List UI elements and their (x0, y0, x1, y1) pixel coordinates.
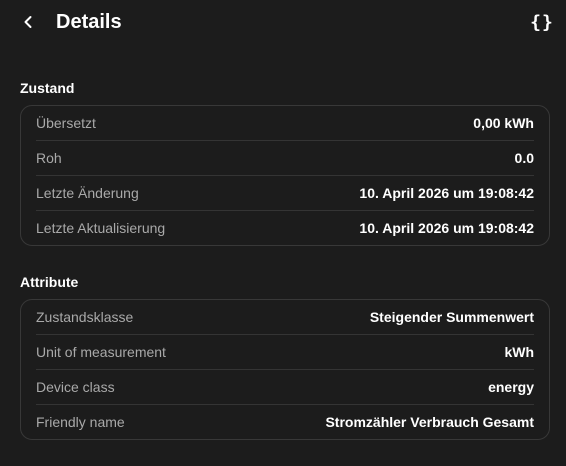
state-row-label: Letzte Aktualisierung (36, 220, 166, 236)
state-row: Letzte Änderung 10. April 2026 um 19:08:… (36, 176, 534, 211)
attributes-card: Zustandsklasse Steigender Summenwert Uni… (20, 299, 550, 440)
chevron-left-icon (21, 15, 35, 29)
attributes-section-title: Attribute (20, 274, 79, 290)
state-row-value: 10. April 2026 um 19:08:42 (359, 220, 534, 236)
header: Details {} (0, 0, 566, 44)
state-row-value: 10. April 2026 um 19:08:42 (359, 185, 534, 201)
attribute-row: Unit of measurement kWh (36, 335, 534, 370)
state-row: Roh 0.0 (36, 141, 534, 176)
state-row: Übersetzt 0,00 kWh (36, 106, 534, 141)
attribute-row: Device class energy (36, 370, 534, 405)
state-section-title: Zustand (20, 80, 75, 96)
back-button[interactable] (14, 8, 42, 36)
attribute-row-value: Stromzähler Verbrauch Gesamt (325, 414, 534, 430)
attribute-row-label: Device class (36, 379, 115, 395)
attribute-row-label: Unit of measurement (36, 344, 166, 360)
attribute-row-value: kWh (504, 344, 534, 360)
code-braces-icon: {} (530, 11, 554, 33)
state-row-value: 0.0 (514, 150, 534, 166)
attribute-row: Zustandsklasse Steigender Summenwert (36, 300, 534, 335)
attribute-row-label: Zustandsklasse (36, 309, 134, 325)
state-row-label: Übersetzt (36, 115, 96, 131)
page-title: Details (56, 11, 122, 33)
attribute-row-value: Steigender Summenwert (369, 309, 534, 325)
json-view-button[interactable]: {} (528, 8, 556, 36)
state-row-label: Roh (36, 150, 62, 166)
attribute-row: Friendly name Stromzähler Verbrauch Gesa… (36, 405, 534, 439)
state-row-value: 0,00 kWh (473, 115, 534, 131)
attribute-row-value: energy (488, 379, 534, 395)
state-row-label: Letzte Änderung (36, 185, 139, 201)
state-row: Letzte Aktualisierung 10. April 2026 um … (36, 211, 534, 245)
details-page: Details {} Zustand Übersetzt 0,00 kWh Ro… (0, 0, 566, 466)
state-card: Übersetzt 0,00 kWh Roh 0.0 Letzte Änderu… (20, 105, 550, 246)
attribute-row-label: Friendly name (36, 414, 125, 430)
